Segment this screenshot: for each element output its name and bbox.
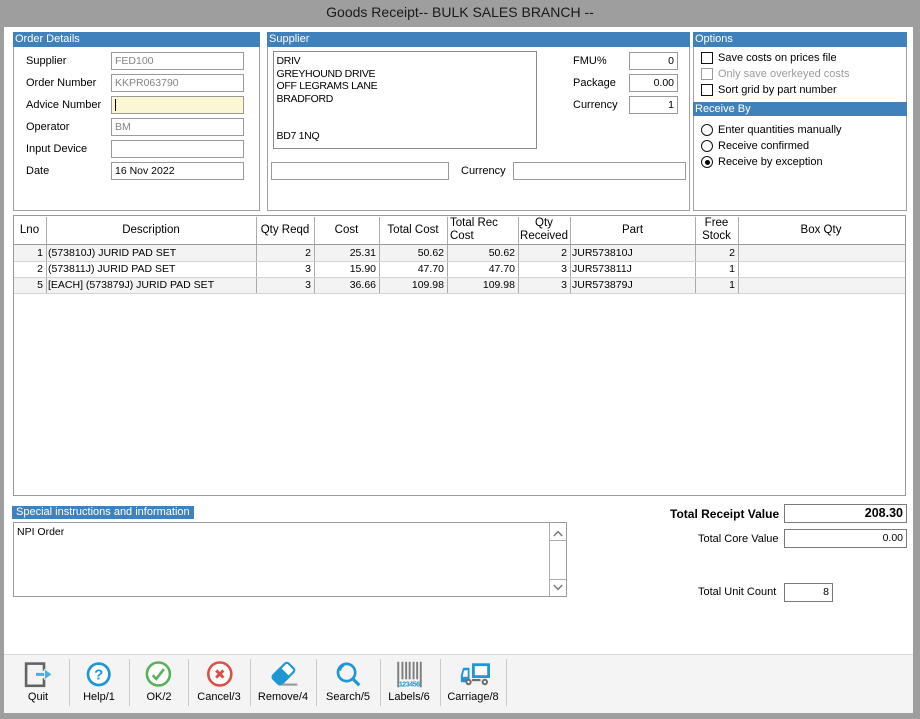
svg-text:123456: 123456 — [399, 681, 420, 688]
svg-text:?: ? — [94, 667, 103, 684]
